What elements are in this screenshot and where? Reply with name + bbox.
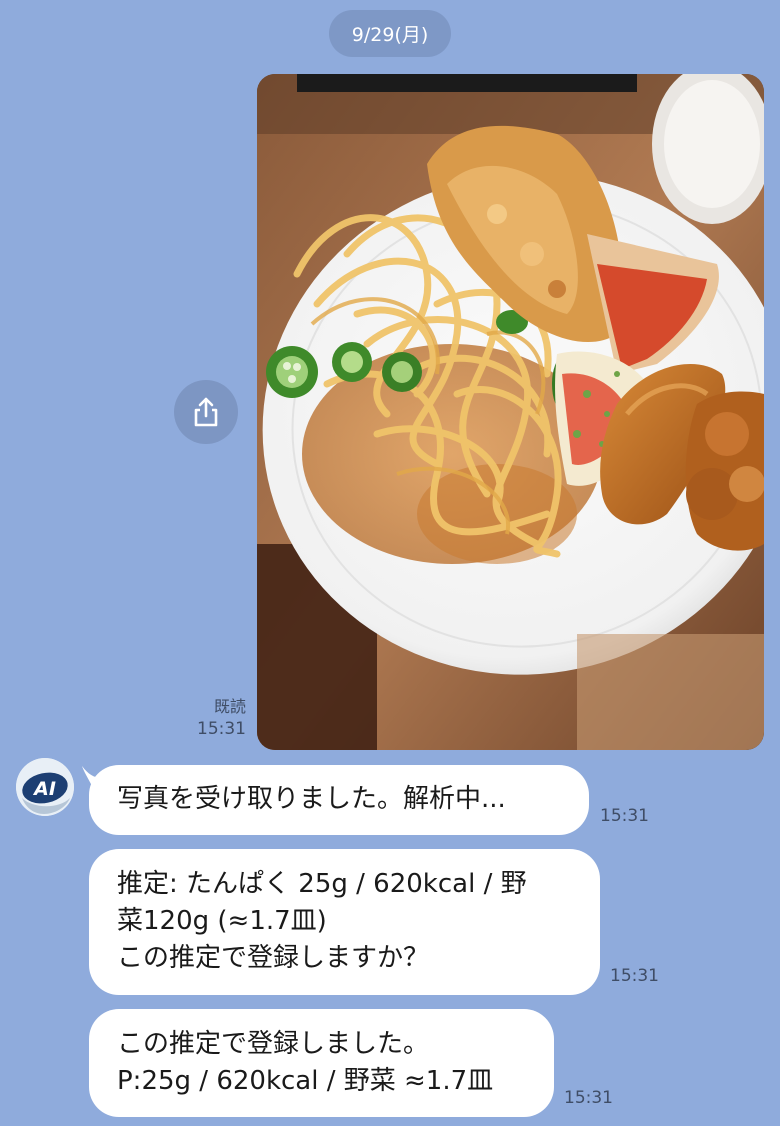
bot-message-3[interactable]: この推定で登録しました。 P:25g / 620kcal / 野菜 ≈1.7皿: [89, 1009, 554, 1117]
sent-time: 15:31: [197, 719, 246, 739]
message-text: この推定で登録しますか？: [117, 943, 430, 973]
avatar-label: AI: [32, 778, 56, 800]
message-time: 15:31: [610, 966, 659, 986]
share-icon: [194, 397, 218, 427]
sent-food-photo[interactable]: [257, 74, 764, 750]
message-time: 15:31: [600, 806, 649, 826]
ai-avatar-icon: AI: [16, 758, 74, 816]
message-text: 菜120g (≈1.7皿): [117, 906, 327, 936]
message-text: 写真を受け取りました。解析中...: [117, 784, 506, 814]
date-separator: 9/29(月): [329, 10, 451, 57]
ai-bot-avatar[interactable]: AI: [16, 758, 74, 816]
bot-message-1[interactable]: 写真を受け取りました。解析中...: [89, 765, 589, 835]
food-plate-image: [257, 74, 764, 750]
message-text: 推定: たんぱく 25g / 620kcal / 野: [117, 869, 527, 899]
message-text: P:25g / 620kcal / 野菜 ≈1.7皿: [117, 1066, 494, 1096]
message-time: 15:31: [564, 1088, 613, 1108]
bot-message-2[interactable]: 推定: たんぱく 25g / 620kcal / 野 菜120g (≈1.7皿)…: [89, 849, 600, 995]
read-receipt: 既読: [213, 697, 246, 716]
message-text: この推定で登録しました。: [117, 1029, 430, 1059]
share-button[interactable]: [174, 380, 238, 444]
